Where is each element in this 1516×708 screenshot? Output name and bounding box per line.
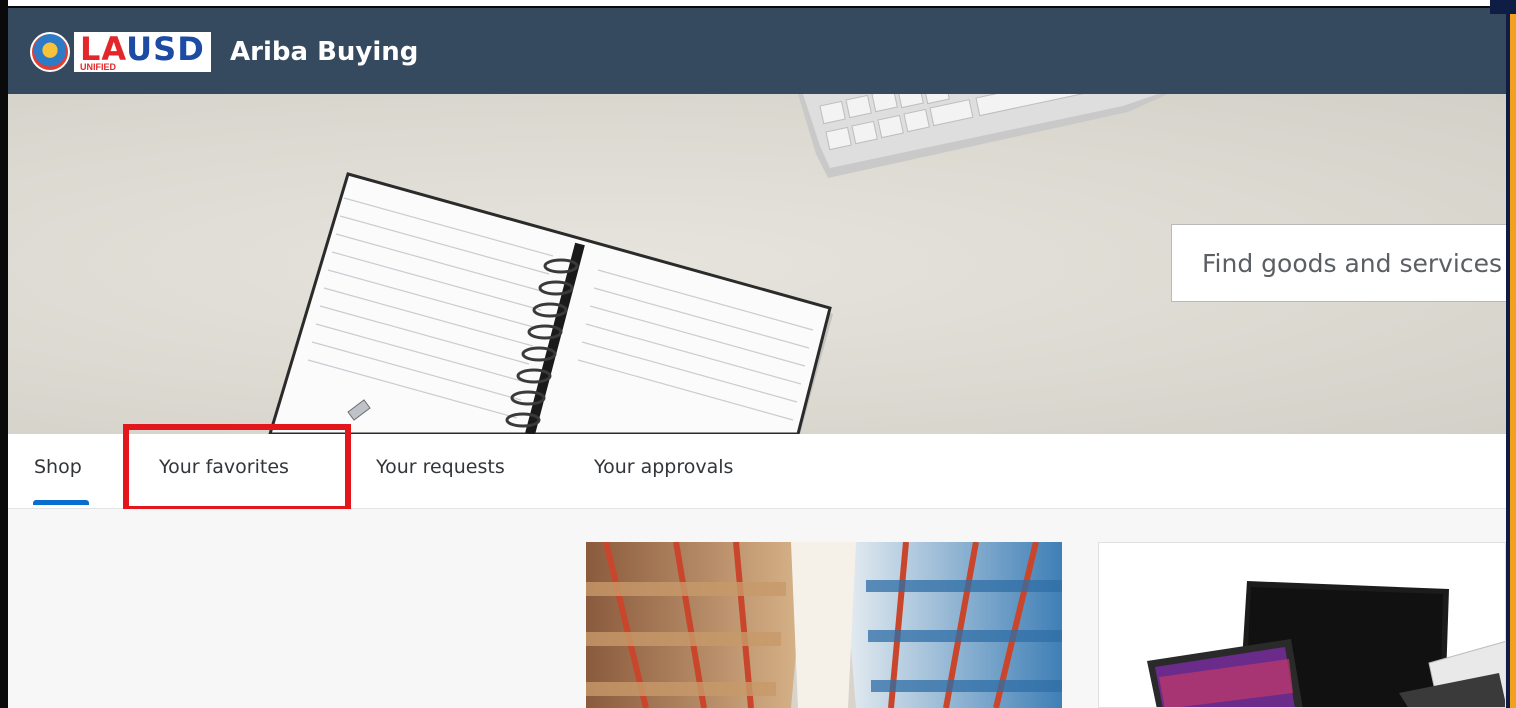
app-title: Ariba Buying [230, 37, 419, 67]
active-tab-indicator [33, 500, 89, 505]
frame-corner [1490, 0, 1516, 14]
frame-top-line [8, 6, 1508, 8]
tab-your-approvals[interactable]: Your approvals [594, 456, 733, 478]
app-header: LAUSD UNIFIED Ariba Buying [8, 8, 1506, 94]
lausd-seal-icon [30, 32, 70, 72]
frame-left-border [0, 0, 8, 708]
logo-wordmark: LAUSD UNIFIED [74, 32, 211, 72]
frame-right-orange-stripe [1510, 0, 1516, 708]
electronics-devices-image [1099, 543, 1505, 707]
hero-banner [8, 94, 1506, 434]
favorites-highlight-annotation [123, 424, 351, 512]
tab-shop[interactable]: Shop [34, 456, 82, 478]
category-card-electronics[interactable] [1098, 542, 1506, 708]
tab-your-requests[interactable]: Your requests [376, 456, 505, 478]
search-field[interactable] [1171, 224, 1506, 302]
search-input[interactable] [1200, 247, 1506, 279]
keyboard-image [798, 94, 1168, 178]
warehouse-shelves-image [586, 542, 1062, 708]
category-card-warehouse[interactable] [586, 542, 1062, 708]
screenshot-frame: LAUSD UNIFIED Ariba Buying Find goods an… [0, 0, 1516, 708]
notebook-image [268, 172, 833, 434]
lausd-logo[interactable]: LAUSD UNIFIED [30, 28, 218, 76]
